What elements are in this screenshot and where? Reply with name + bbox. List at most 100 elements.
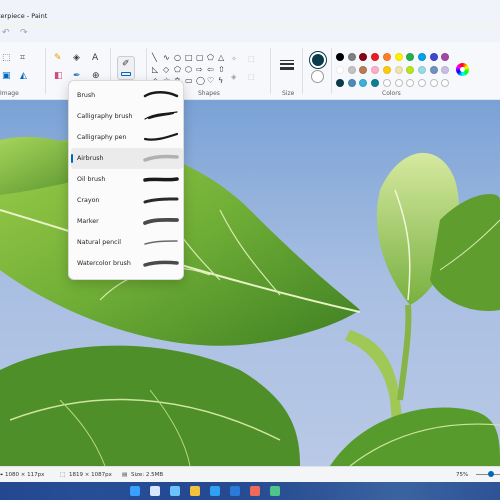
brush-option-airbrush[interactable]: Airbrush [71,148,183,169]
color-swatch[interactable] [347,66,356,74]
brush-stroke-preview [144,240,178,245]
color-swatch[interactable] [441,53,450,61]
ribbon-separator [45,48,46,94]
color-swatch[interactable] [359,79,368,87]
color-swatch[interactable] [336,79,344,87]
line-shape-icon[interactable]: ╲ [152,54,157,62]
heart-shape-icon[interactable]: ♡ [207,77,214,85]
rotate-icon[interactable]: ◭ [20,72,27,81]
lightning-shape-icon[interactable]: ϟ [218,77,223,85]
title-bar[interactable]: terpiece - Paint [0,0,500,24]
color-swatch[interactable] [382,53,391,61]
up-arrow-shape-icon[interactable]: ⇧ [218,66,225,74]
right-arrow-shape-icon[interactable]: ⇨ [196,66,203,74]
start-icon[interactable] [130,486,140,496]
color-swatch[interactable] [406,53,415,61]
brush-option-label: Brush [77,92,96,99]
task-view-icon[interactable] [170,486,180,496]
brush-option-oil-brush[interactable]: Oil brush [71,169,183,190]
brush-option-brush[interactable]: Brush [71,85,183,106]
right-triangle-shape-icon[interactable]: ◺ [152,66,158,74]
polygon-shape-icon[interactable]: ⬠ [207,54,214,62]
brush-option-crayon[interactable]: Crayon [71,190,183,211]
shapes-outline-icon[interactable]: ✧ [231,56,237,63]
color-swatch[interactable] [359,66,368,74]
fill-icon[interactable]: ◈ [73,54,80,63]
brush-option-natural-pencil[interactable]: Natural pencil [71,232,183,253]
shape-outline-dropdown-icon[interactable]: ⬚ [248,56,255,63]
color-swatch[interactable] [429,79,438,87]
brush-option-label: Calligraphy brush [77,113,133,120]
search-icon[interactable] [150,486,160,496]
brush-option-marker[interactable]: Marker [71,211,183,232]
color-swatch[interactable] [394,53,403,61]
brush-stroke-preview [144,111,178,120]
color-swatch[interactable] [429,53,438,61]
shapes-fill-icon[interactable]: ◈ [231,74,236,81]
primary-color[interactable] [310,52,326,68]
color-swatch[interactable] [441,79,450,87]
store-icon[interactable] [230,486,240,496]
color-swatch[interactable] [441,66,450,74]
color-swatch[interactable] [347,79,356,87]
selection-icon[interactable]: ⬚ [2,54,11,63]
size-icon[interactable] [280,60,294,70]
ribbon-separator [302,48,303,94]
color-swatch[interactable] [417,53,426,61]
oval-callout-shape-icon[interactable]: ◯ [196,77,205,85]
color-swatch[interactable] [406,66,415,74]
color-swatch[interactable] [429,66,438,74]
brush-button[interactable]: ✐ [117,56,135,80]
color-swatch[interactable] [347,53,356,61]
color-swatch[interactable] [359,53,368,61]
color-swatch[interactable] [371,53,380,61]
window-title: terpiece - Paint [0,12,48,20]
color-swatch[interactable] [371,66,380,74]
curve-shape-icon[interactable]: ∿ [163,54,170,62]
diamond-shape-icon[interactable]: ◇ [163,66,169,74]
edit-colors-icon[interactable] [456,63,469,76]
crop-icon[interactable]: ⌗ [20,54,25,63]
shape-fill-dropdown-icon[interactable]: ⬚ [248,74,255,81]
color-swatch[interactable] [417,66,426,74]
brush-option-calligraphy-brush[interactable]: Calligraphy brush [71,106,183,127]
text-icon[interactable]: A [92,54,98,63]
shapes-group-caption: Shapes [198,90,220,97]
secondary-color[interactable] [311,70,324,83]
edge-icon[interactable] [210,486,220,496]
color-swatch[interactable] [371,79,380,87]
color-swatch[interactable] [406,79,415,87]
triangle-shape-icon[interactable]: △ [218,54,224,62]
oval-shape-icon[interactable]: ○ [174,54,181,62]
eraser-icon[interactable]: ◧ [54,72,63,81]
rectangle-shape-icon[interactable]: □ [185,54,193,62]
left-arrow-shape-icon[interactable]: ⇦ [207,66,214,74]
paint-taskbar-icon[interactable] [250,486,260,496]
color-swatch[interactable] [382,79,391,87]
hexagon-shape-icon[interactable]: ⬡ [185,66,192,74]
app-icon[interactable] [270,486,280,496]
color-swatch[interactable] [394,79,403,87]
brush-option-calligraphy-pen[interactable]: Calligraphy pen [71,127,183,148]
undo-icon[interactable]: ↶ [2,28,10,38]
redo-icon[interactable]: ↷ [20,28,28,38]
pencil-icon[interactable]: ✎ [54,54,62,63]
zoom-slider-thumb[interactable] [488,471,494,477]
brush-option-watercolor-brush[interactable]: Watercolor brush [71,253,183,274]
brush-option-label: Marker [77,218,99,225]
color-swatch[interactable] [382,66,391,74]
brush-option-label: Oil brush [77,176,106,183]
color-swatch[interactable] [394,66,403,74]
taskbar [0,482,500,500]
color-swatch[interactable] [336,53,344,61]
brush-stroke-preview [143,217,179,225]
brush-stroke-preview [143,132,179,141]
resize-icon[interactable]: ▣ [2,72,11,81]
pentagon-shape-icon[interactable]: ⬠ [174,66,181,74]
file-explorer-icon[interactable] [190,486,200,496]
file-size: Size: 2.5MB [131,472,164,478]
rounded-rectangle-shape-icon[interactable]: ▢ [196,54,204,62]
color-swatch[interactable] [417,79,426,87]
speech-bubble-shape-icon[interactable]: ▭ [185,77,193,85]
color-swatch[interactable] [336,66,344,74]
